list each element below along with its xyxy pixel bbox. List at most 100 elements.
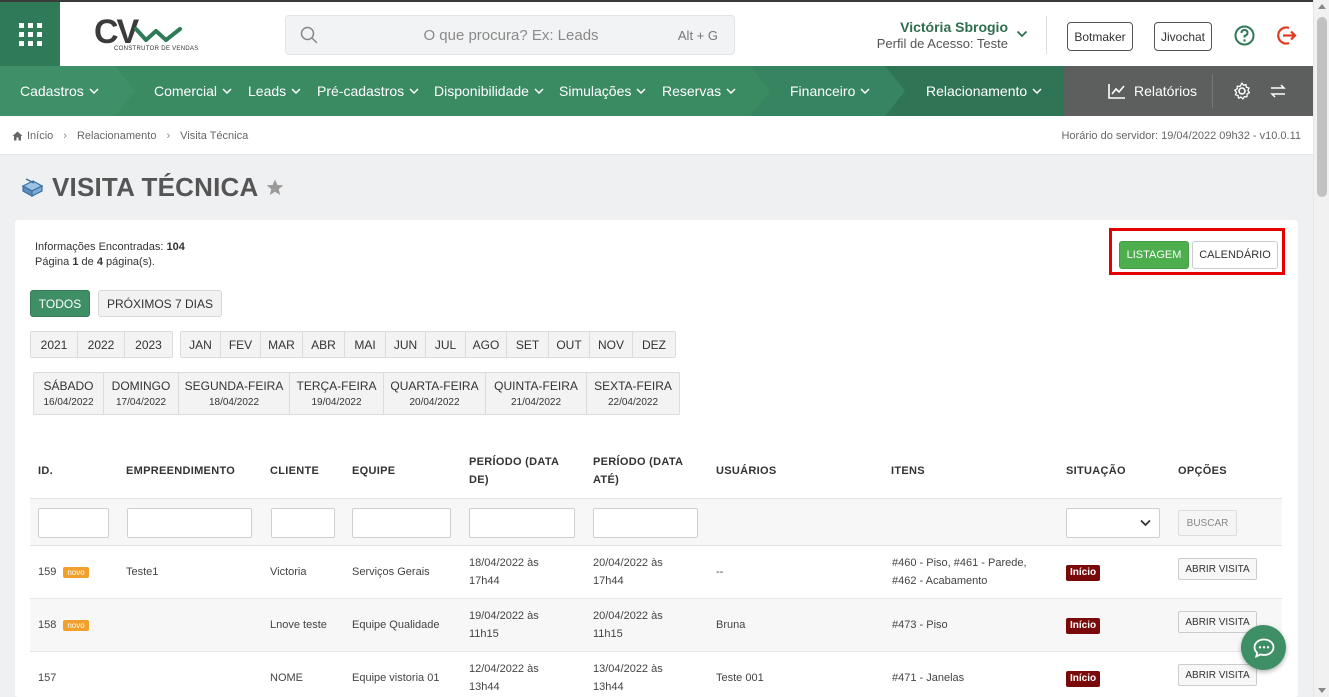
filter-todos-button[interactable]: TODOS	[30, 290, 90, 317]
month-jan[interactable]: JAN	[181, 332, 221, 357]
table-row: 158 novo Lnove teste Equipe Qualidade 19/…	[30, 599, 1282, 652]
chevron-down-icon	[534, 88, 544, 94]
month-mar[interactable]: MAR	[261, 332, 303, 357]
abrir-visita-button[interactable]: ABRIR VISITA	[1178, 611, 1257, 633]
nav-item-financeiro[interactable]: Financeiro	[790, 66, 870, 116]
cell-line: 20/04/2022 às	[593, 557, 663, 569]
server-time: Horário do servidor: 19/04/2022 09h32 - …	[1061, 130, 1301, 142]
nav-item-reservas[interactable]: Reservas	[662, 66, 736, 116]
day-sexta[interactable]: SEXTA-FEIRA 22/04/2022	[587, 373, 679, 414]
nav-item-simulacoes[interactable]: Simulações	[559, 66, 646, 116]
logo[interactable]: CV CONSTRUTOR DE VENDAS	[92, 14, 198, 56]
day-name: DOMINGO	[111, 379, 171, 393]
nav-item-relatorios[interactable]: Relatórios	[1108, 66, 1197, 116]
nav-item-cadastros[interactable]: Cadastros	[20, 66, 99, 116]
scroll-up-icon[interactable]	[1318, 4, 1326, 9]
cell-line: #460 - Piso, #461 - Parede,	[892, 557, 1027, 569]
filter-periodo-ate-input[interactable]	[593, 508, 698, 538]
logout-icon[interactable]	[1276, 25, 1298, 46]
abrir-visita-button[interactable]: ABRIR VISITA	[1178, 664, 1257, 686]
col-situacao[interactable]: SITUAÇÃO	[1066, 462, 1126, 480]
filter-periodo-de-input[interactable]	[469, 508, 575, 538]
nav-item-leads[interactable]: Leads	[248, 66, 301, 116]
month-set[interactable]: SET	[507, 332, 549, 357]
chevron-down-icon	[291, 88, 301, 94]
gear-icon[interactable]	[1233, 82, 1251, 100]
page-title: VISITA TÉCNICA	[52, 172, 259, 202]
col-opcoes: OPÇÕES	[1178, 465, 1227, 477]
day-segunda[interactable]: SEGUNDA-FEIRA 18/04/2022	[179, 373, 290, 414]
breadcrumb-home[interactable]: Início	[27, 130, 53, 142]
month-out[interactable]: OUT	[549, 332, 590, 357]
col-equipe[interactable]: EQUIPE	[352, 462, 395, 480]
results-count: 104	[166, 241, 185, 253]
col-periodo-ate[interactable]: PERÍODO (DATA ATÉ)	[593, 453, 683, 489]
listagem-button[interactable]: LISTAGEM	[1119, 241, 1189, 269]
user-name: Victória Sbrogio	[900, 19, 1008, 35]
month-dez[interactable]: DEZ	[633, 332, 675, 357]
botmaker-button[interactable]: Botmaker	[1067, 22, 1133, 51]
cell-periodo-ate: 20/04/2022 às 11h15	[593, 607, 663, 643]
help-icon[interactable]	[1234, 25, 1255, 46]
user-profile: Perfil de Acesso: Teste	[876, 36, 1008, 51]
cell-periodo-de: 12/04/2022 às 13h44	[469, 660, 539, 696]
day-domingo[interactable]: DOMINGO 17/04/2022	[104, 373, 179, 414]
results-label: Informações Encontradas:	[35, 241, 164, 253]
scroll-down-icon[interactable]	[1318, 688, 1326, 693]
breadcrumb-section[interactable]: Relacionamento	[77, 130, 157, 142]
logo-subtitle: CONSTRUTOR DE VENDAS	[114, 46, 199, 52]
jivochat-button[interactable]: Jivochat	[1154, 22, 1212, 51]
nav-item-comercial[interactable]: Comercial	[154, 66, 232, 116]
table-filter-row: BUSCAR	[30, 498, 1282, 546]
scrollbar-thumb[interactable]	[1317, 17, 1327, 197]
star-icon[interactable]	[266, 179, 284, 196]
col-id[interactable]: ID.	[38, 462, 53, 480]
col-periodo-de[interactable]: PERÍODO (DATA DE)	[469, 453, 559, 489]
day-quarta[interactable]: QUARTA-FEIRA 20/04/2022	[384, 373, 486, 414]
nav-label: Disponibilidade	[434, 83, 529, 99]
nav-item-pre-cadastros[interactable]: Pré-cadastros	[317, 66, 419, 116]
filter-equipe-input[interactable]	[352, 508, 451, 538]
col-label: DE)	[469, 474, 489, 486]
day-quinta[interactable]: QUINTA-FEIRA 21/04/2022	[486, 373, 587, 414]
year-2021[interactable]: 2021	[31, 332, 78, 357]
day-name: SÁBADO	[43, 379, 94, 393]
calendario-button[interactable]: CALENDÁRIO	[1192, 241, 1278, 269]
col-itens[interactable]: ITENS	[891, 462, 925, 480]
user-menu[interactable]: Victória Sbrogio Perfil de Acesso: Teste	[860, 18, 1032, 54]
month-nov[interactable]: NOV	[590, 332, 633, 357]
col-empreendimento[interactable]: EMPREENDIMENTO	[126, 462, 235, 480]
scrollbar[interactable]	[1313, 0, 1329, 697]
month-jul[interactable]: JUL	[426, 332, 466, 357]
abrir-visita-button[interactable]: ABRIR VISITA	[1178, 558, 1257, 580]
search-button[interactable]: BUSCAR	[1178, 510, 1237, 536]
filter-situacao-select[interactable]	[1066, 508, 1160, 538]
month-mai[interactable]: MAI	[345, 332, 386, 357]
nav-label: Financeiro	[790, 83, 856, 99]
search-input[interactable]	[326, 22, 646, 48]
swap-icon[interactable]	[1270, 84, 1286, 98]
nav-item-disponibilidade[interactable]: Disponibilidade	[434, 66, 544, 116]
cell-cliente: Victoria	[270, 566, 307, 578]
nav-label: Leads	[248, 83, 287, 99]
apps-menu-button[interactable]	[0, 2, 60, 66]
nav-label: Comercial	[154, 83, 218, 99]
col-usuarios[interactable]: USUÁRIOS	[716, 462, 776, 480]
nav-item-relacionamento[interactable]: Relacionamento	[926, 66, 1042, 116]
col-cliente[interactable]: CLIENTE	[270, 462, 319, 480]
month-jun[interactable]: JUN	[386, 332, 426, 357]
filter-empreendimento-input[interactable]	[127, 508, 252, 538]
month-abr[interactable]: ABR	[303, 332, 345, 357]
day-terca[interactable]: TERÇA-FEIRA 19/04/2022	[290, 373, 384, 414]
filter-id-input[interactable]	[38, 508, 109, 538]
filter-next7-button[interactable]: PRÓXIMOS 7 DIAS	[98, 290, 222, 317]
month-fev[interactable]: FEV	[221, 332, 261, 357]
year-2022[interactable]: 2022	[78, 332, 125, 357]
day-name: QUINTA-FEIRA	[494, 379, 578, 393]
chat-button[interactable]	[1241, 625, 1286, 670]
day-sabado[interactable]: SÁBADO 16/04/2022	[34, 373, 104, 414]
year-2023[interactable]: 2023	[125, 332, 172, 357]
month-ago[interactable]: AGO	[466, 332, 507, 357]
breadcrumb: Início › Relacionamento › Visita Técnica	[12, 130, 248, 142]
filter-cliente-input[interactable]	[271, 508, 335, 538]
